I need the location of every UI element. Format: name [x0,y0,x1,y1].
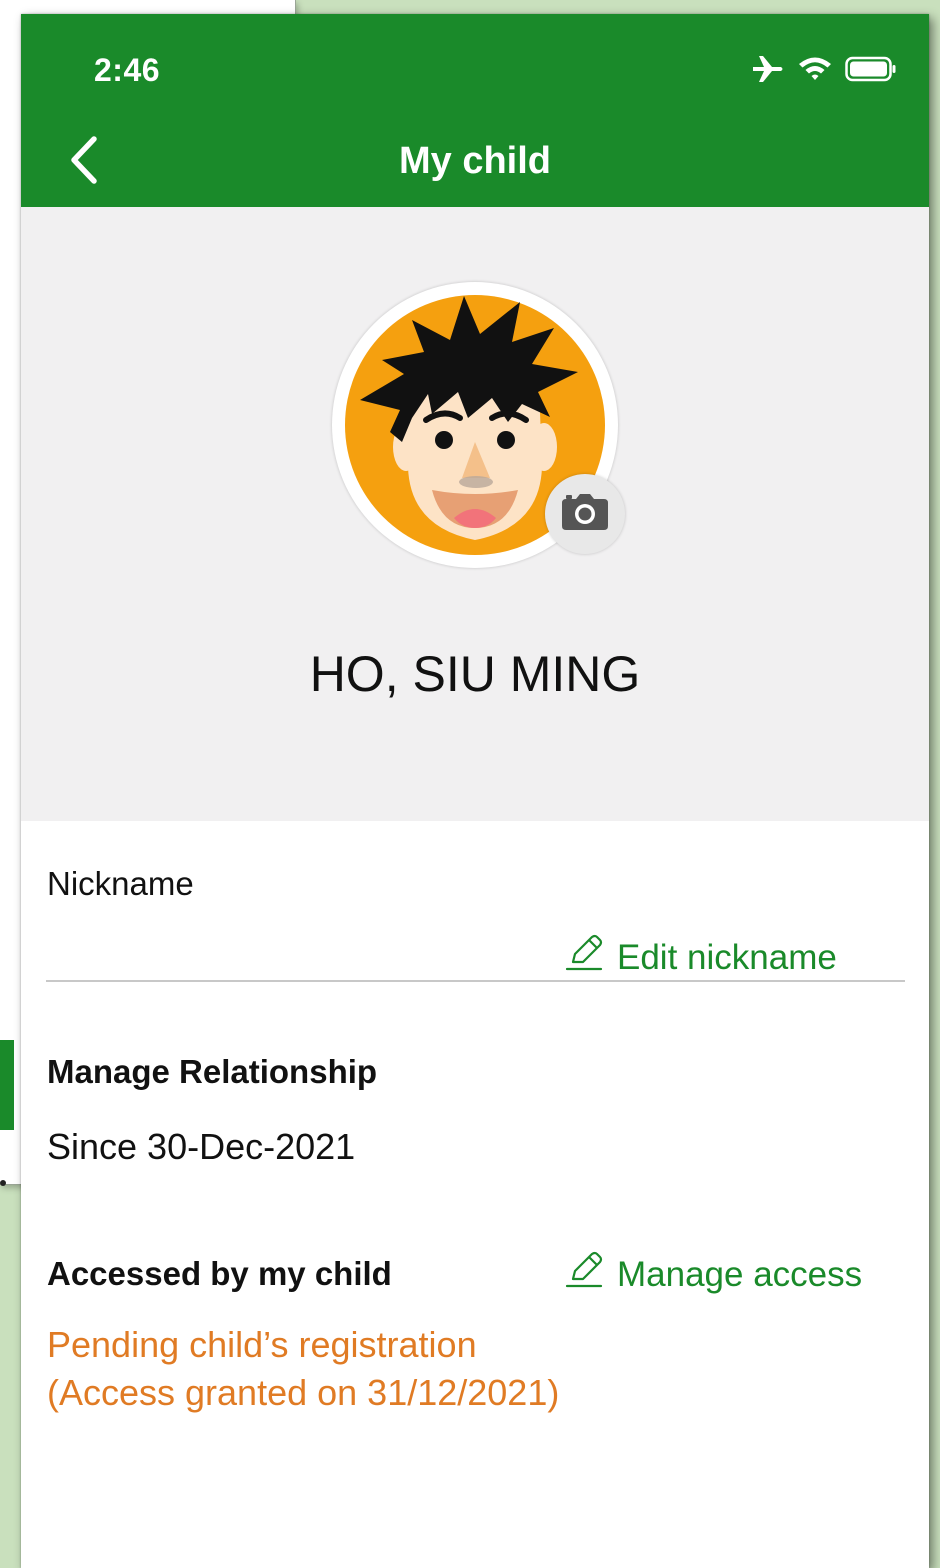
nickname-label: Nickname [47,865,194,902]
profile-section: HO, SIU MING [21,207,929,821]
pencil-icon [565,1251,603,1298]
battery-icon [845,56,897,87]
page-title: My child [398,140,552,182]
camera-icon [561,493,609,536]
edit-nickname-button[interactable]: Edit nickname [565,934,837,981]
relationship-since: Since 30-Dec-2021 [47,1126,356,1167]
wifi-icon [797,55,833,88]
manage-access-button[interactable]: Manage access [565,1251,862,1298]
change-photo-button[interactable] [545,474,625,554]
access-status-line1: Pending child’s registration [47,1324,477,1365]
child-name: HO, SIU MING [309,646,641,702]
access-status-line2: (Access granted on 31/12/2021) [47,1372,560,1413]
status-time: 2:46 [94,52,161,88]
accessed-by-heading: Accessed by my child [47,1255,392,1292]
background-card-strip [0,1040,14,1130]
edit-nickname-label: Edit nickname [617,937,837,977]
background-card-dot [0,1180,6,1186]
status-icons [751,54,897,89]
nickname-divider [46,980,905,982]
airplane-icon [751,54,785,89]
phone-screen: 2:46 My child HO, SIU MING Nickname Edit… [21,14,929,1568]
access-status: Pending child’s registration (Access gra… [47,1321,559,1417]
pencil-icon [565,934,603,981]
app-header: 2:46 My child [21,14,929,207]
manage-relationship-heading: Manage Relationship [47,1053,378,1090]
manage-access-label: Manage access [617,1254,863,1294]
